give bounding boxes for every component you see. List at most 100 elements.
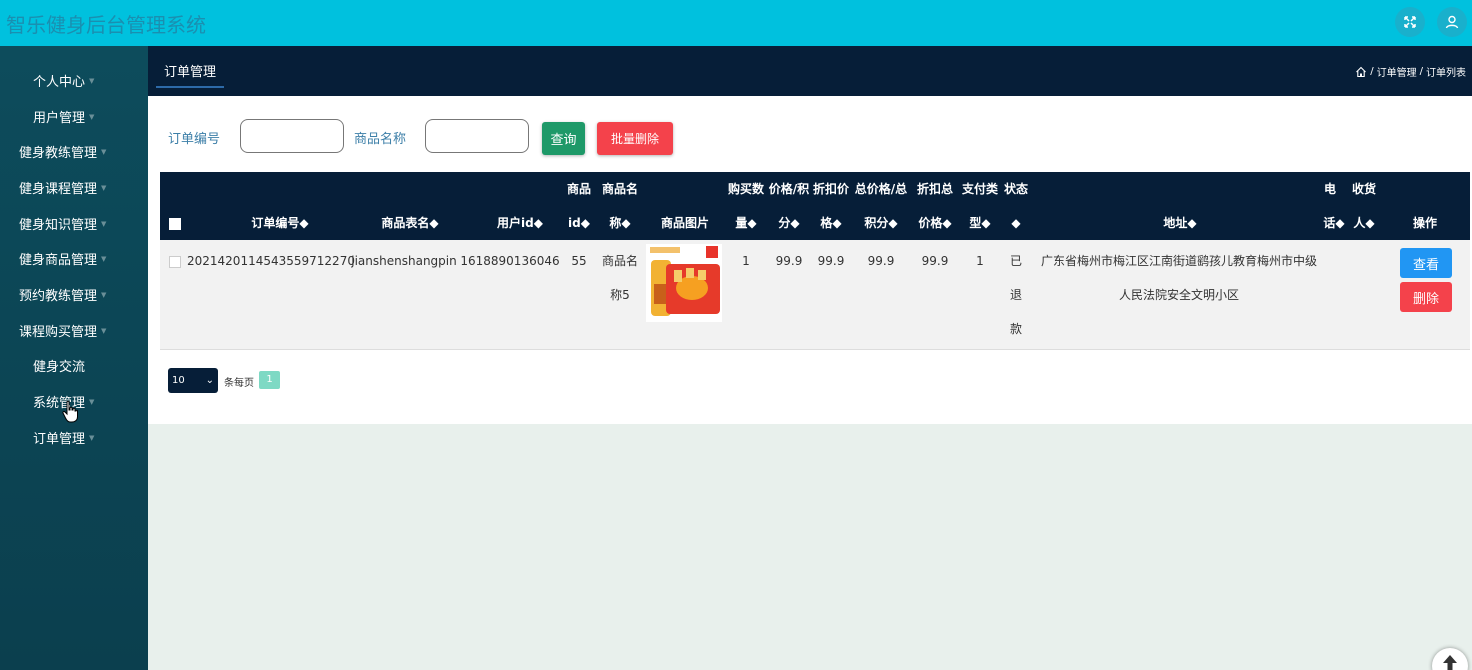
col-price[interactable]: 分◆ — [766, 206, 812, 240]
top-bar: 智乐健身后台管理系统 — [0, 0, 1472, 46]
breadcrumb: / 订单管理 / 订单列表 — [1355, 64, 1466, 79]
cell-pay-type: 1 — [976, 254, 984, 268]
col-product-id[interactable]: id◆ — [560, 206, 598, 240]
cell-total: 99.9 — [867, 254, 895, 268]
cell-address-l2: 人民法院安全文明小区 — [1118, 288, 1239, 302]
sidebar: 个人中心 ▼ 用户管理 ▼ 健身教练管理 ▼ 健身课程管理 ▼ 健身知识管理 ▼ 健身商品… — [0, 46, 148, 670]
sidebar-item-courses[interactable]: 健身课程管理 ▼ — [0, 172, 148, 202]
query-button[interactable]: 查询 — [542, 122, 585, 155]
sidebar-item-label: 个人中心 — [33, 74, 86, 90]
col-price-l1: 价格/积 — [768, 182, 810, 196]
sidebar-item-label: 预约教练管理 — [19, 288, 98, 304]
chevron-down-icon: ▼ — [101, 184, 107, 192]
col-user-id[interactable]: 用户id◆ — [480, 206, 560, 240]
col-total[interactable]: 积分◆ — [852, 206, 910, 240]
product-image — [646, 244, 722, 322]
sidebar-item-label: 健身商品管理 — [19, 252, 98, 268]
col-phone[interactable]: 话◆ — [1320, 206, 1348, 240]
col-discount-total-l1: 折扣总 — [916, 182, 953, 196]
sidebar-item-label: 健身交流 — [33, 359, 86, 375]
chevron-down-icon: ▼ — [89, 398, 95, 406]
cell-status-l2: 退 — [1009, 288, 1022, 302]
chevron-down-icon: ▼ — [89, 77, 95, 85]
chevron-down-icon: ▼ — [89, 434, 95, 442]
breadcrumb-separator: / — [1370, 66, 1374, 77]
col-total-l1: 总价格/总 — [854, 182, 908, 196]
chevron-down-icon: ⌄ — [205, 375, 214, 386]
product-name-input[interactable] — [425, 119, 529, 153]
cell-status-l3: 款 — [1009, 322, 1022, 336]
chevron-down-icon: ▼ — [101, 327, 107, 335]
main-panel: 订单编号 商品名称 查询 批量删除 订单编号◆ 商品表名◆ 用户id◆ 商品 i… — [148, 96, 1472, 424]
col-status-l1: 状态 — [1003, 182, 1028, 196]
hand-cursor-icon — [62, 400, 78, 423]
col-product-name[interactable]: 称◆ — [596, 206, 644, 240]
home-icon[interactable] — [1355, 66, 1367, 78]
page-size-select[interactable]: 10 ⌄ — [168, 368, 218, 393]
sidebar-item-knowledge[interactable]: 健身知识管理 ▼ — [0, 208, 148, 238]
col-phone-l1: 电 — [1323, 182, 1336, 196]
col-status[interactable]: ◆ — [1000, 206, 1032, 240]
col-discount-total[interactable]: 价格◆ — [912, 206, 958, 240]
arrow-up-icon — [1443, 655, 1457, 670]
chevron-down-icon: ▼ — [101, 291, 107, 299]
sidebar-item-coaches[interactable]: 健身教练管理 ▼ — [0, 136, 148, 166]
col-discount-price[interactable]: 格◆ — [810, 206, 852, 240]
order-no-input[interactable] — [240, 119, 344, 153]
sidebar-item-label: 健身知识管理 — [19, 217, 98, 233]
cell-product-id: 55 — [571, 254, 587, 268]
col-discount-price-l1: 折扣价 — [812, 182, 849, 196]
back-to-top-button[interactable] — [1432, 648, 1468, 670]
col-quantity[interactable]: 量◆ — [726, 206, 766, 240]
table-row: 2021420114543559712270 jianshenshangpin … — [160, 240, 1470, 350]
row-checkbox[interactable] — [169, 256, 181, 268]
delete-button[interactable]: 删除 — [1400, 282, 1452, 312]
sidebar-item-orders[interactable]: 订单管理 ▼ — [0, 422, 148, 452]
cell-price: 99.9 — [775, 254, 803, 268]
col-pay-type[interactable]: 型◆ — [958, 206, 1002, 240]
per-page-label: 条每页 — [224, 378, 254, 389]
col-product-image: 商品图片 — [660, 216, 709, 230]
user-icon[interactable] — [1437, 7, 1467, 37]
user-icon-glyph — [1445, 15, 1459, 29]
sidebar-item-label: 课程购买管理 — [19, 324, 98, 340]
fullscreen-icon[interactable] — [1395, 7, 1425, 37]
cell-quantity: 1 — [742, 254, 750, 268]
content-header: 订单管理 / 订单管理 / 订单列表 — [148, 46, 1472, 96]
cell-status: 已 — [1009, 254, 1022, 268]
col-receiver[interactable]: 人◆ — [1346, 206, 1382, 240]
tab-orders[interactable]: 订单管理 — [156, 61, 225, 88]
col-actions: 操作 — [1412, 216, 1437, 230]
cell-discount-price: 99.9 — [817, 254, 845, 268]
sidebar-item-users[interactable]: 用户管理 ▼ — [0, 101, 148, 131]
page-number-1[interactable]: 1 — [259, 371, 280, 389]
col-receiver-l1: 收货 — [1351, 182, 1376, 196]
sidebar-item-label: 订单管理 — [33, 431, 86, 447]
sidebar-item-course-purchases[interactable]: 课程购买管理 ▼ — [0, 315, 148, 345]
cell-product-name: 商品名 — [601, 254, 638, 268]
cell-discount-total: 99.9 — [921, 254, 949, 268]
sidebar-item-products[interactable]: 健身商品管理 ▼ — [0, 243, 148, 273]
col-quantity-l1: 购买数 — [727, 182, 764, 196]
col-pay-type-l1: 支付类 — [961, 182, 998, 196]
select-all-checkbox[interactable] — [169, 218, 181, 230]
breadcrumb-separator: / — [1419, 66, 1423, 77]
sidebar-item-forum[interactable]: 健身交流 — [0, 350, 148, 380]
view-button[interactable]: 查看 — [1400, 248, 1452, 278]
chevron-down-icon: ▼ — [101, 220, 107, 228]
breadcrumb-item-orders[interactable]: 订单管理 — [1377, 64, 1417, 79]
product-name-label: 商品名称 — [354, 132, 407, 147]
sidebar-item-label: 用户管理 — [33, 110, 86, 126]
product-image-picture — [646, 244, 722, 322]
sidebar-item-personal-center[interactable]: 个人中心 ▼ — [0, 65, 148, 95]
col-product-name-l1: 商品名 — [601, 182, 638, 196]
col-address[interactable]: 地址◆ — [1135, 206, 1225, 240]
tab-label: 订单管理 — [164, 65, 217, 80]
col-order-no[interactable]: 订单编号◆ — [235, 206, 325, 240]
cell-product-name-l2: 称5 — [610, 288, 630, 302]
cell-user-id: 1618890136046 — [460, 254, 560, 268]
col-table-name[interactable]: 商品表名◆ — [365, 206, 455, 240]
chevron-down-icon: ▼ — [101, 255, 107, 263]
batch-delete-button[interactable]: 批量删除 — [597, 122, 673, 155]
sidebar-item-appointments[interactable]: 预约教练管理 ▼ — [0, 279, 148, 309]
